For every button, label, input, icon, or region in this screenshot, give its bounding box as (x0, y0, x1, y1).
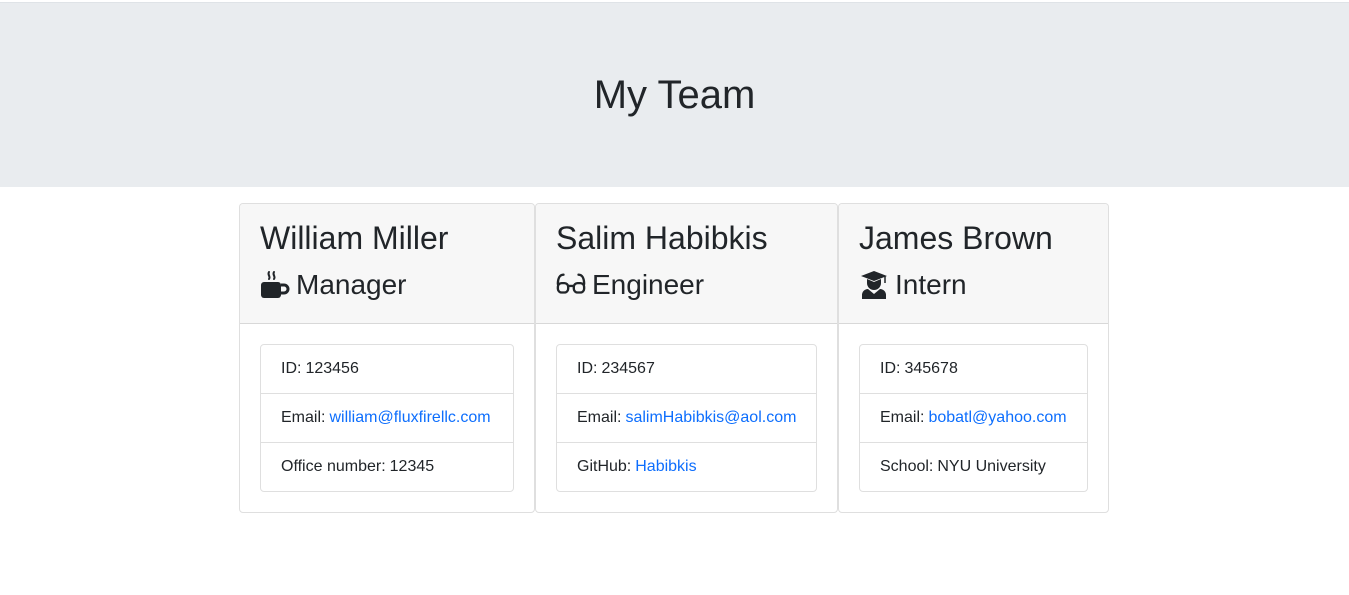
glasses-icon (556, 270, 586, 300)
list-item-office-number: Office number: 12345 (261, 443, 513, 491)
employee-role: Manager (260, 266, 407, 304)
list-item-school: School: NYU University (860, 443, 1087, 491)
employee-name: James Brown (859, 220, 1053, 256)
employee-name: William Miller (260, 220, 449, 256)
employee-role: Engineer (556, 266, 704, 304)
list-item-id: ID: 123456 (261, 345, 513, 394)
github-link[interactable]: Habibkis (635, 458, 696, 476)
github-label: GitHub: (577, 458, 632, 475)
list-item-github: GitHub: Habibkis (557, 443, 816, 491)
office-number-value: 12345 (389, 458, 435, 475)
id-label: ID: (281, 360, 302, 377)
list-item-email: Email: salimHabibkis@aol.com (557, 394, 816, 443)
employee-details: ID: 234567 Email: salimHabibkis@aol.com … (556, 344, 817, 492)
page-header: My Team (0, 2, 1349, 187)
id-label: ID: (577, 360, 598, 377)
employee-card-manager: William Miller Manager ID: 123456 Email:… (239, 203, 535, 513)
card-header: James Brown Intern (839, 204, 1108, 324)
card-header: William Miller Manager (240, 204, 534, 324)
role-label: Intern (895, 269, 967, 300)
id-value: 123456 (305, 360, 359, 377)
email-link[interactable]: william@fluxfirellc.com (329, 409, 490, 427)
list-item-id: ID: 234567 (557, 345, 816, 394)
employee-details: ID: 123456 Email: william@fluxfirellc.co… (260, 344, 514, 492)
employee-details: ID: 345678 Email: bobatl@yahoo.com Schoo… (859, 344, 1088, 492)
card-header: Salim Habibkis Engineer (536, 204, 837, 324)
school-value: NYU University (937, 458, 1046, 475)
email-label: Email: (577, 409, 622, 426)
email-label: Email: (880, 409, 925, 426)
graduate-icon (859, 270, 889, 300)
list-item-email: Email: william@fluxfirellc.com (261, 394, 513, 443)
employee-card-engineer: Salim Habibkis Engineer ID: 234567 Email… (535, 203, 838, 513)
employee-card-intern: James Brown Intern ID: 345678 Email: bob… (838, 203, 1109, 513)
role-label: Engineer (592, 269, 705, 300)
email-label: Email: (281, 409, 326, 426)
email-link[interactable]: salimHabibkis@aol.com (625, 409, 796, 427)
office-number-label: Office number: (281, 458, 386, 475)
page-title: My Team (593, 73, 756, 117)
list-item-email: Email: bobatl@yahoo.com (860, 394, 1087, 443)
employee-name: Salim Habibkis (556, 220, 768, 256)
email-link[interactable]: bobatl@yahoo.com (928, 409, 1066, 427)
list-item-id: ID: 345678 (860, 345, 1087, 394)
role-label: Manager (296, 269, 407, 300)
id-label: ID: (880, 360, 901, 377)
mug-icon (260, 270, 290, 300)
employee-role: Intern (859, 266, 967, 304)
id-value: 234567 (601, 360, 655, 377)
school-label: School: (880, 458, 934, 475)
id-value: 345678 (904, 360, 958, 377)
